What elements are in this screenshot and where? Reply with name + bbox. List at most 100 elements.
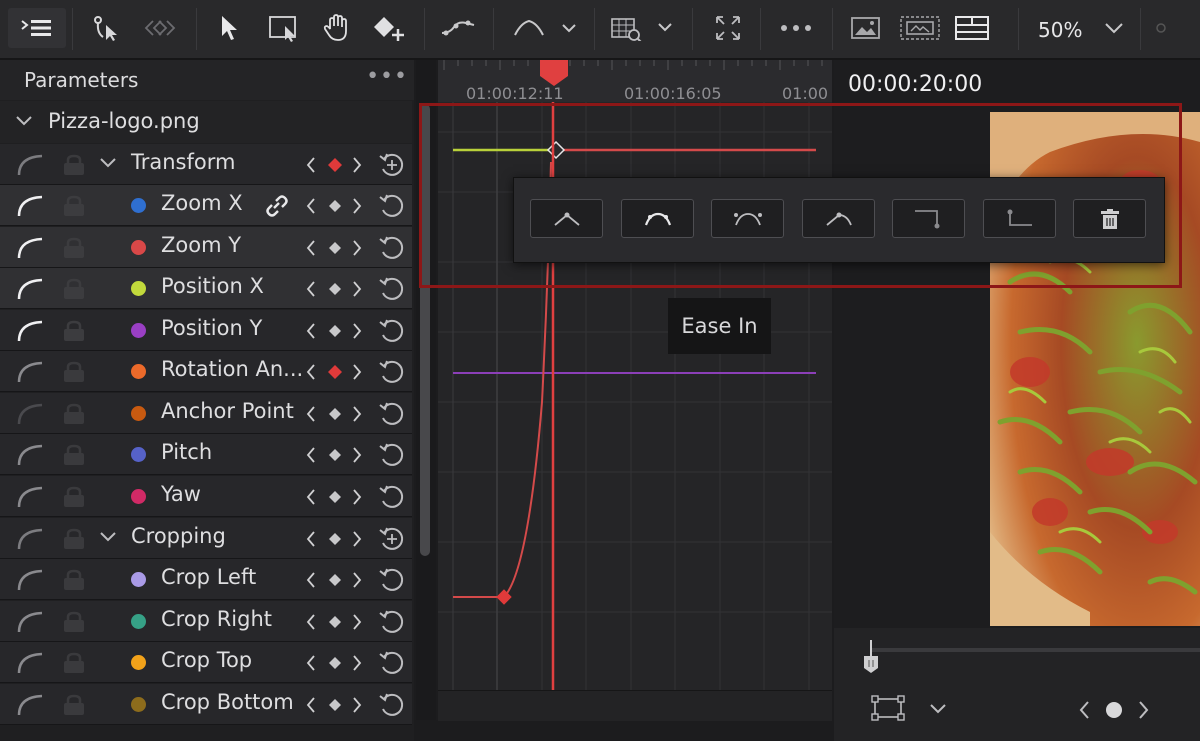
- hold-out-button[interactable]: [892, 199, 965, 238]
- pointer-tool-button[interactable]: [214, 8, 244, 48]
- lock-icon[interactable]: [62, 237, 86, 259]
- param-row-crop-bottom[interactable]: Crop Bottom: [0, 684, 412, 725]
- lock-icon[interactable]: [62, 528, 86, 550]
- scrub-handle-icon[interactable]: [862, 640, 880, 674]
- reset-add-icon[interactable]: [378, 151, 406, 179]
- chevron-down-icon[interactable]: [928, 702, 948, 716]
- ease-in-button[interactable]: [711, 199, 784, 238]
- viewer-scrub-track[interactable]: [870, 648, 1200, 652]
- lock-icon[interactable]: [62, 154, 86, 176]
- scrollbar-thumb[interactable]: [420, 104, 430, 556]
- fit-view-button[interactable]: [710, 8, 746, 48]
- keyframe-nav-icon[interactable]: [306, 322, 364, 340]
- linear-button[interactable]: [530, 199, 603, 238]
- select-tool-button[interactable]: [266, 8, 302, 48]
- curve-toggle-icon[interactable]: [16, 194, 46, 218]
- reset-icon[interactable]: [378, 275, 406, 303]
- lock-icon[interactable]: [62, 403, 86, 425]
- reset-add-icon[interactable]: [378, 525, 406, 553]
- keyframe-nav-icon[interactable]: [306, 363, 364, 381]
- keyframe-track-button[interactable]: [140, 8, 180, 48]
- reset-icon[interactable]: [378, 358, 406, 386]
- lock-icon[interactable]: [62, 694, 86, 716]
- keyframe-nav-icon[interactable]: [306, 280, 364, 298]
- lock-icon[interactable]: [62, 652, 86, 674]
- lock-icon[interactable]: [62, 569, 86, 591]
- param-row-crop-right[interactable]: Crop Right: [0, 601, 412, 642]
- keyframe-nav-icon[interactable]: [306, 571, 364, 589]
- more-options-button[interactable]: [772, 8, 820, 48]
- transform-overlay-icon[interactable]: [870, 694, 906, 722]
- safe-area-button[interactable]: [898, 8, 942, 48]
- keyframe-nav-icon[interactable]: [306, 696, 364, 714]
- lock-icon[interactable]: [62, 361, 86, 383]
- keyframe-nav-icon[interactable]: [306, 613, 364, 631]
- interpolation-dropdown[interactable]: [510, 8, 582, 48]
- transform-tool-button[interactable]: [88, 8, 124, 48]
- reset-icon[interactable]: [378, 192, 406, 220]
- param-row-position-y[interactable]: Position Y: [0, 310, 412, 351]
- lock-icon[interactable]: [62, 195, 86, 217]
- keyframe-navigation-icon[interactable]: [1074, 698, 1154, 722]
- curve-toggle-icon[interactable]: [16, 485, 46, 509]
- reset-icon[interactable]: [378, 649, 406, 677]
- group-row-cropping[interactable]: Cropping: [0, 518, 412, 559]
- reset-icon[interactable]: [378, 691, 406, 719]
- reset-icon[interactable]: [378, 566, 406, 594]
- param-row-crop-top[interactable]: Crop Top: [0, 642, 412, 683]
- curve-toggle-icon[interactable]: [16, 443, 46, 467]
- lock-icon[interactable]: [62, 278, 86, 300]
- keyframe-nav-icon[interactable]: [306, 446, 364, 464]
- reset-icon[interactable]: [378, 608, 406, 636]
- keyframe-nav-icon[interactable]: [306, 488, 364, 506]
- param-row-anchor-point[interactable]: Anchor Point: [0, 393, 412, 434]
- parameters-scrollbar[interactable]: [416, 60, 436, 720]
- zoom-level[interactable]: 50%: [1038, 18, 1082, 42]
- image-view-button[interactable]: [848, 8, 884, 48]
- lock-icon[interactable]: [62, 444, 86, 466]
- keyframe-nav-icon[interactable]: [306, 405, 364, 423]
- param-row-crop-left[interactable]: Crop Left: [0, 559, 412, 600]
- reset-icon[interactable]: [378, 483, 406, 511]
- panel-toggle-button[interactable]: [8, 8, 66, 48]
- curve-toggle-icon[interactable]: [16, 319, 46, 343]
- keyframe-nav-icon[interactable]: [306, 654, 364, 672]
- curve-toggle-icon[interactable]: [16, 360, 46, 384]
- hand-tool-button[interactable]: [320, 8, 354, 48]
- curve-editor[interactable]: 01:00:12:11 01:00:16:05 01:00: [438, 60, 832, 720]
- curve-toggle-icon[interactable]: [16, 651, 46, 675]
- reset-icon[interactable]: [378, 400, 406, 428]
- keyframe-nav-icon[interactable]: [306, 239, 364, 257]
- zoom-dropdown[interactable]: [1100, 8, 1128, 48]
- curve-toggle-icon[interactable]: [16, 402, 46, 426]
- playhead-handle-icon[interactable]: [538, 60, 570, 90]
- curve-toggle-icon[interactable]: [16, 277, 46, 301]
- lock-icon[interactable]: [62, 611, 86, 633]
- curve-editor-scrollbar[interactable]: [438, 690, 832, 721]
- chevron-down-icon[interactable]: [14, 114, 34, 128]
- curve-toggle-icon[interactable]: [16, 236, 46, 260]
- keyframe-nav-icon[interactable]: [306, 530, 364, 548]
- param-row-zoom-y[interactable]: Zoom Y: [0, 227, 412, 268]
- clip-row[interactable]: Pizza-logo.png: [0, 101, 412, 143]
- reset-icon[interactable]: [378, 317, 406, 345]
- param-row-zoom-x[interactable]: Zoom X: [0, 185, 412, 226]
- param-row-rotation-angle[interactable]: Rotation An...: [0, 351, 412, 392]
- chevron-down-icon[interactable]: [98, 156, 118, 170]
- lock-icon[interactable]: [62, 320, 86, 342]
- curve-toggle-icon[interactable]: [16, 527, 46, 551]
- link-icon[interactable]: [264, 194, 290, 218]
- delete-keyframe-button[interactable]: [1073, 199, 1146, 238]
- curve-toggle-icon[interactable]: [16, 568, 46, 592]
- reset-icon[interactable]: [378, 234, 406, 262]
- curve-toggle-icon[interactable]: [16, 693, 46, 717]
- reset-icon[interactable]: [378, 441, 406, 469]
- ease-out-button[interactable]: [802, 199, 875, 238]
- hold-in-button[interactable]: [983, 199, 1056, 238]
- keyframe-nav-icon[interactable]: [306, 197, 364, 215]
- chevron-down-icon[interactable]: [98, 530, 118, 544]
- param-row-pitch[interactable]: Pitch: [0, 434, 412, 475]
- group-row-transform[interactable]: Transform: [0, 144, 412, 185]
- param-row-position-x[interactable]: Position X: [0, 268, 412, 309]
- add-keyframe-button[interactable]: [370, 8, 408, 48]
